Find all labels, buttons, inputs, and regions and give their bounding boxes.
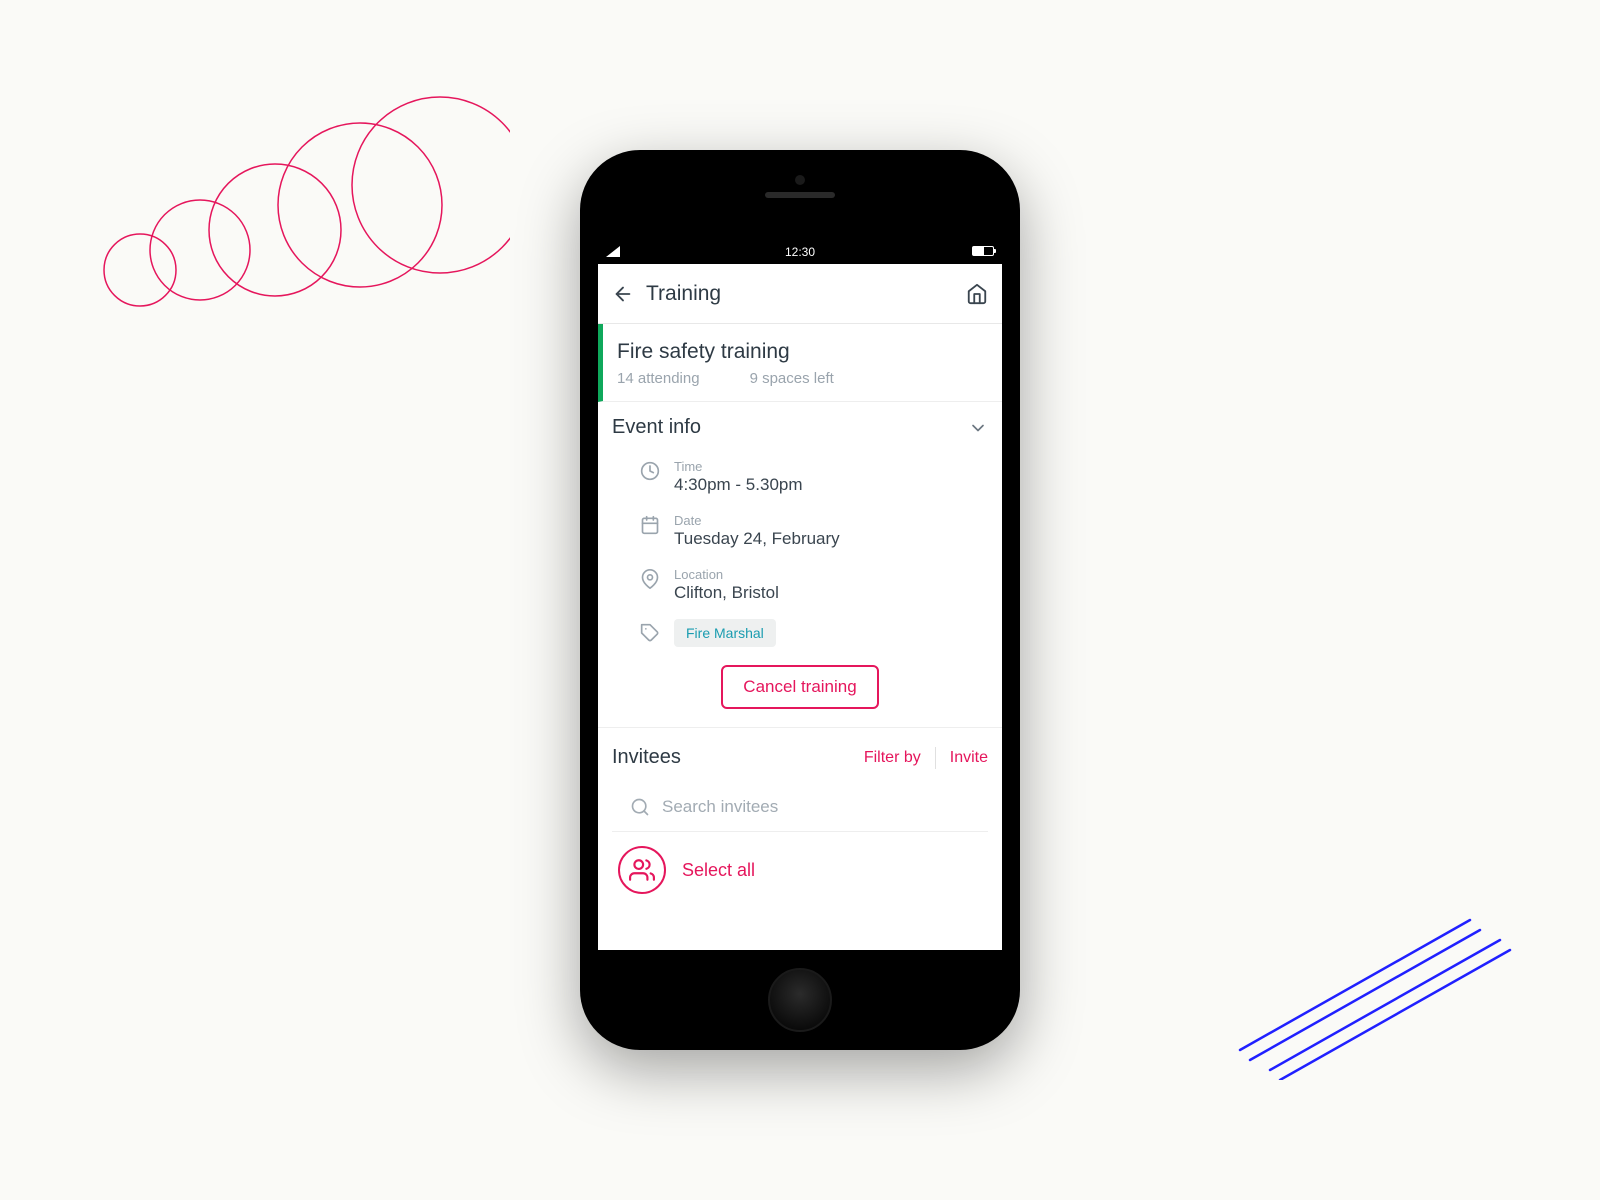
spaces-left: 9 spaces left xyxy=(750,370,834,387)
page-title: Training xyxy=(646,282,966,306)
training-name: Fire safety training xyxy=(617,340,988,364)
tag-row: Fire Marshal xyxy=(612,615,988,665)
phone-home-button xyxy=(768,968,832,1032)
location-label: Location xyxy=(674,567,779,582)
select-all-row[interactable]: Select all xyxy=(612,832,988,908)
info-row-location: Location Clifton, Bristol xyxy=(612,561,988,615)
date-value: Tuesday 24, February xyxy=(674,529,840,549)
signal-icon xyxy=(606,246,620,257)
event-info-section: Event info Time 4:30pm - 5.30pm xyxy=(598,402,1002,727)
search-row xyxy=(612,787,988,832)
search-icon xyxy=(630,797,650,817)
category-tag[interactable]: Fire Marshal xyxy=(674,619,776,647)
arrow-left-icon xyxy=(612,283,634,305)
invitees-title: Invitees xyxy=(612,746,850,769)
location-icon xyxy=(640,569,660,589)
app-screen: 12:30 Training Fire safety training 14 a… xyxy=(598,240,1002,950)
home-icon xyxy=(966,283,988,305)
app-header: Training xyxy=(598,264,1002,324)
training-summary: Fire safety training 14 attending 9 spac… xyxy=(598,324,1002,402)
select-all-label[interactable]: Select all xyxy=(682,860,755,881)
decorative-lines xyxy=(1220,900,1520,1080)
search-invitees-input[interactable] xyxy=(662,797,974,817)
home-button[interactable] xyxy=(966,283,988,305)
back-button[interactable] xyxy=(612,283,634,305)
attending-count: 14 attending xyxy=(617,370,700,387)
date-label: Date xyxy=(674,513,840,528)
calendar-icon xyxy=(640,515,660,535)
time-label: Time xyxy=(674,459,803,474)
chevron-down-icon xyxy=(968,418,988,438)
event-info-title: Event info xyxy=(612,416,701,439)
select-all-circle[interactable] xyxy=(618,846,666,894)
group-icon xyxy=(629,857,655,883)
tag-icon xyxy=(640,623,660,643)
battery-icon xyxy=(972,246,994,256)
location-value: Clifton, Bristol xyxy=(674,583,779,603)
status-bar: 12:30 xyxy=(598,240,1002,264)
divider xyxy=(935,747,936,769)
clock-icon xyxy=(640,461,660,481)
cancel-training-button[interactable]: Cancel training xyxy=(721,665,878,709)
event-info-toggle[interactable] xyxy=(968,418,988,438)
status-time: 12:30 xyxy=(785,245,815,259)
info-row-time: Time 4:30pm - 5.30pm xyxy=(612,453,988,507)
info-row-date: Date Tuesday 24, February xyxy=(612,507,988,561)
invite-button[interactable]: Invite xyxy=(950,749,988,767)
decorative-circles xyxy=(90,90,510,350)
filter-by-button[interactable]: Filter by xyxy=(864,749,921,767)
phone-frame: 12:30 Training Fire safety training 14 a… xyxy=(580,150,1020,1050)
time-value: 4:30pm - 5.30pm xyxy=(674,475,803,495)
invitees-section: Invitees Filter by Invite Select all xyxy=(598,727,1002,908)
